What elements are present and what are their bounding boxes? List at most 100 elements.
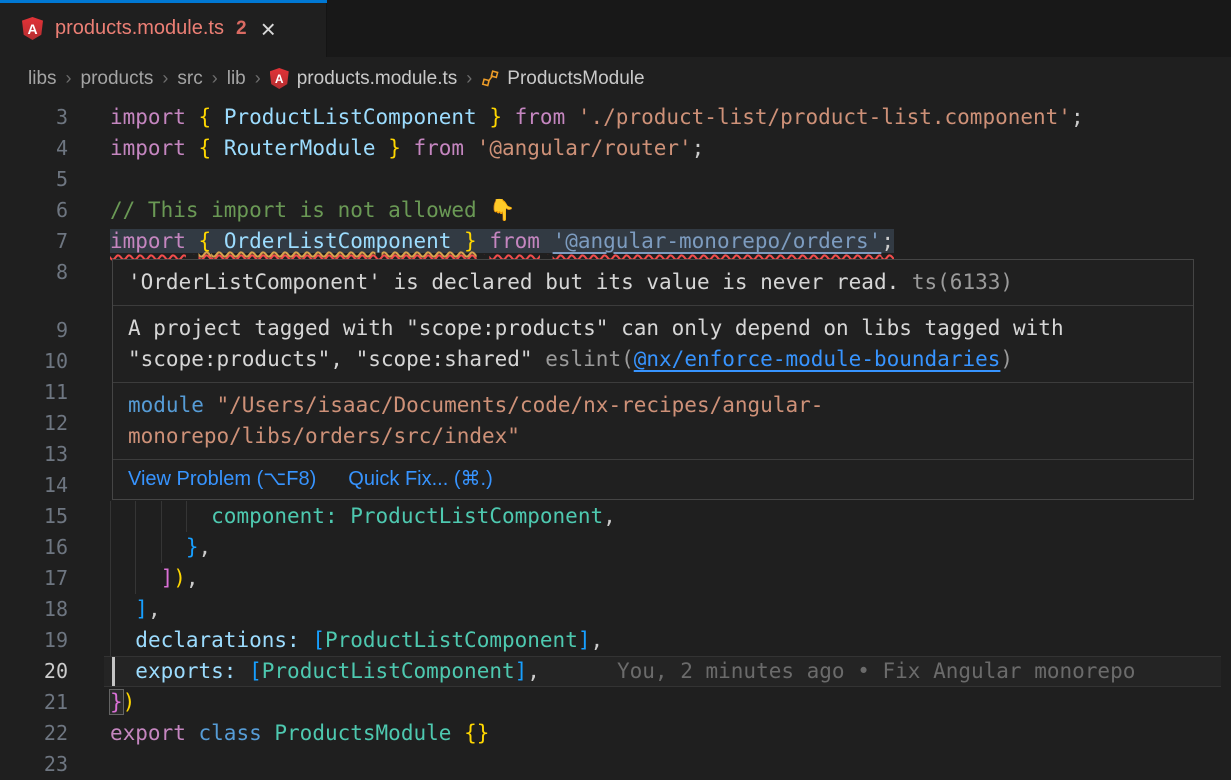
token: , xyxy=(186,566,199,590)
line-number: 6 xyxy=(0,195,68,226)
token xyxy=(300,628,313,652)
code-line-4[interactable]: 4 import { RouterModule } from '@angular/… xyxy=(0,133,1231,164)
token: exports: xyxy=(135,659,236,683)
vscode-editor-window: A products.module.ts 2 × libs›products›s… xyxy=(0,0,1231,780)
tab-title: products.module.ts xyxy=(55,17,224,40)
code-line-7[interactable]: 7import { OrderListComponent } from '@an… xyxy=(0,226,1231,257)
token: from xyxy=(414,136,465,160)
code-line-17[interactable]: 17 ]), xyxy=(0,563,1231,594)
token: {} xyxy=(464,721,489,745)
view-problem-button[interactable]: View Problem (⌥F8) xyxy=(128,464,316,495)
code-text: ], xyxy=(110,594,161,625)
token xyxy=(477,229,490,253)
token: , xyxy=(527,659,540,683)
code-line-6[interactable]: 6 // This import is not allowed 👇 xyxy=(0,195,1231,226)
code-line-15[interactable]: 15 component: ProductListComponent, xyxy=(0,501,1231,532)
code-line-23[interactable]: 23 xyxy=(0,749,1231,780)
module-path-line2: monorepo/libs/orders/src/index" xyxy=(128,424,520,448)
token: './product-list/product-list.component' xyxy=(578,105,1071,129)
eslint-source-suffix: ) xyxy=(1000,347,1013,371)
token: import xyxy=(110,105,186,129)
code-line-20[interactable]: 20 exports: [ProductListComponent],You, … xyxy=(0,656,1231,687)
token: [ xyxy=(312,628,325,652)
angular-icon: A xyxy=(22,17,43,40)
git-blame-annotation: You, 2 minutes ago • Fix Angular monorep… xyxy=(617,656,1135,687)
code-line-21[interactable]: 21}) xyxy=(0,687,1231,718)
code-line-16[interactable]: 16 }, xyxy=(0,532,1231,563)
tab-problem-badge: 2 xyxy=(236,18,247,40)
eslint-source-prefix: eslint( xyxy=(545,347,634,371)
token: from xyxy=(515,105,566,129)
breadcrumb-item-symbol[interactable]: ProductsModule xyxy=(481,68,644,90)
line-number: 21 xyxy=(0,687,68,718)
code-line-22[interactable]: 22 export class ProductsModule {} xyxy=(0,718,1231,749)
code-line-5[interactable]: 5 xyxy=(0,164,1231,195)
token: ProductListComponent xyxy=(350,504,603,528)
code-editor[interactable]: 'OrderListComponent' is declared but its… xyxy=(0,100,1231,780)
token xyxy=(401,136,414,160)
breadcrumb-item-products[interactable]: products xyxy=(81,68,154,90)
token: } xyxy=(186,535,199,559)
ts-error-message: 'OrderListComponent' is declared but its… xyxy=(113,260,1193,306)
code-text: exports: [ProductListComponent], xyxy=(110,656,540,687)
line-number: 18 xyxy=(0,594,68,625)
token: // This import is not allowed xyxy=(110,198,489,222)
line-number: 19 xyxy=(0,625,68,656)
code-text: import { RouterModule } from '@angular/r… xyxy=(110,133,704,164)
breadcrumb-item-file[interactable]: Aproducts.module.ts xyxy=(270,68,458,90)
token: from xyxy=(489,229,540,253)
tab-products-module[interactable]: A products.module.ts 2 × xyxy=(0,0,327,57)
token: 👇 xyxy=(489,198,515,222)
token: ] xyxy=(161,566,174,590)
token: } xyxy=(110,690,123,714)
token xyxy=(338,504,351,528)
code-line-18[interactable]: 18 ], xyxy=(0,594,1231,625)
ts-error-text: 'OrderListComponent' is declared but its… xyxy=(128,270,899,294)
eslint-error-line2: "scope:products", "scope:shared" xyxy=(128,347,545,371)
line-number: 3 xyxy=(0,102,68,133)
token xyxy=(186,136,199,160)
token: ; xyxy=(1071,105,1084,129)
active-tab-indicator xyxy=(0,0,327,3)
close-icon[interactable]: × xyxy=(261,16,276,42)
token: } xyxy=(388,136,401,160)
token: OrderListComponent xyxy=(211,229,464,253)
line-number: 9 xyxy=(0,315,68,346)
token: export xyxy=(110,721,186,745)
line-number: 10 xyxy=(0,346,68,377)
token: } xyxy=(464,229,477,253)
code-text: }) xyxy=(110,687,135,718)
module-path-line1: "/Users/isaac/Documents/code/nx-recipes/… xyxy=(204,393,824,417)
token: , xyxy=(199,535,212,559)
class-symbol-icon xyxy=(481,69,500,88)
token xyxy=(110,504,211,528)
token: [ xyxy=(249,659,262,683)
error-hover-popup: 'OrderListComponent' is declared but its… xyxy=(112,259,1194,500)
breadcrumb-item-libs[interactable]: libs xyxy=(28,68,57,90)
line-number: 5 xyxy=(0,164,68,195)
code-text: export class ProductsModule {} xyxy=(110,718,489,749)
token xyxy=(110,597,135,621)
line-number: 4 xyxy=(0,133,68,164)
error-highlighted-statement: import { OrderListComponent } from '@ang… xyxy=(110,229,894,253)
line-number: 22 xyxy=(0,718,68,749)
quick-fix-button[interactable]: Quick Fix... (⌘.) xyxy=(348,464,492,495)
code-line-19[interactable]: 19 declarations: [ProductListComponent], xyxy=(0,625,1231,656)
token: ProductListComponent xyxy=(262,659,515,683)
breadcrumb-item-lib[interactable]: lib xyxy=(227,68,246,90)
token: import xyxy=(110,229,186,253)
token: ; xyxy=(881,229,894,253)
token: ProductsModule xyxy=(274,721,451,745)
eslint-rule-link[interactable]: @nx/enforce-module-boundaries xyxy=(634,347,1001,371)
code-text: ]), xyxy=(110,563,199,594)
token xyxy=(186,229,199,253)
token: { xyxy=(199,229,212,253)
line-number: 23 xyxy=(0,749,68,780)
token xyxy=(110,628,135,652)
breadcrumb-separator-icon: › xyxy=(66,68,72,89)
code-line-3[interactable]: 3import { ProductListComponent } from '.… xyxy=(0,102,1231,133)
line-number: 13 xyxy=(0,439,68,470)
token: declarations: xyxy=(135,628,299,652)
token: { xyxy=(199,136,212,160)
breadcrumb-item-src[interactable]: src xyxy=(177,68,202,90)
